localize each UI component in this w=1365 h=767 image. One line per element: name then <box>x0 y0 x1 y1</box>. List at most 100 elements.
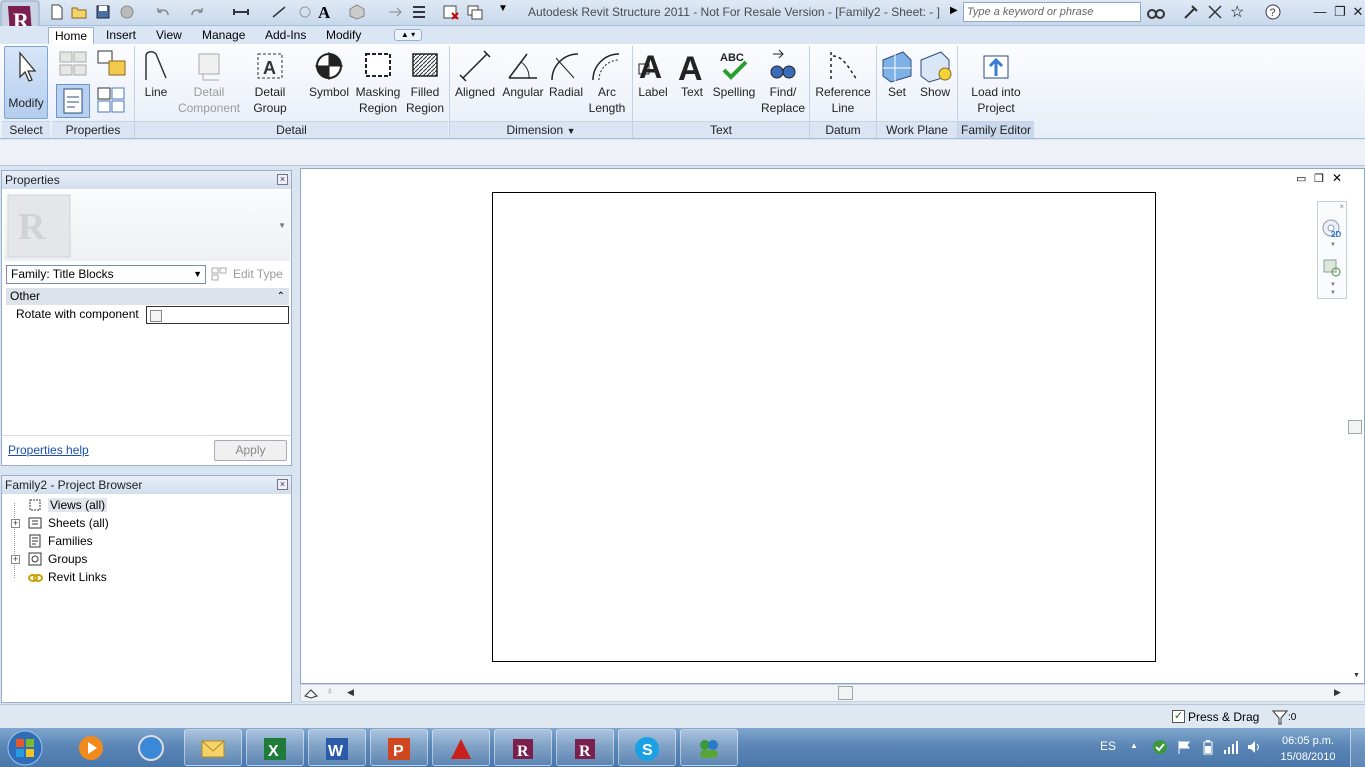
view-minimize-icon[interactable]: ▭ <box>1296 172 1306 185</box>
tree-item-sheets[interactable]: Sheets (all) <box>48 516 109 530</box>
taskbar-revit-structure[interactable]: R <box>556 729 614 766</box>
text-button[interactable]: A Text <box>674 46 710 100</box>
apply-button[interactable]: Apply <box>214 440 287 461</box>
expand-icon[interactable]: + <box>11 519 20 528</box>
tree-item-families[interactable]: Families <box>48 534 93 548</box>
taskbar-powerpoint[interactable]: P <box>370 729 428 766</box>
restore-icon[interactable]: ❐ <box>1330 2 1350 22</box>
reference-line-button[interactable]: Reference Line <box>812 46 874 116</box>
type-preview[interactable]: R ▼ <box>4 191 290 261</box>
network-signal-icon[interactable] <box>1222 739 1238 755</box>
scroll-right-icon[interactable]: ▶ <box>1334 687 1341 698</box>
tab-home[interactable]: Home <box>48 27 95 44</box>
sync-icon[interactable] <box>118 3 136 21</box>
panel-label-dimension[interactable]: Dimension ▼ <box>450 121 632 138</box>
taskbar-word[interactable]: W <box>308 729 366 766</box>
load-into-project-button[interactable]: Load into Project <box>962 46 1030 116</box>
group-header-other[interactable]: Other ⌃ <box>6 288 289 305</box>
tray-check-icon[interactable] <box>1152 739 1168 755</box>
language-indicator[interactable]: ES <box>1100 739 1116 753</box>
taskbar-media-player[interactable] <box>62 729 120 766</box>
vertical-scroll-thumb[interactable] <box>1348 420 1362 434</box>
redo-icon[interactable] <box>188 3 206 21</box>
close-icon[interactable]: × <box>277 479 288 490</box>
save-icon[interactable] <box>94 3 112 21</box>
zoom-dropdown-icon[interactable]: ▼ <box>1330 282 1336 288</box>
scroll-left-icon[interactable]: ◀ <box>347 687 354 698</box>
clock[interactable]: 06:05 p.m. 15/08/2010 <box>1276 733 1340 765</box>
tab-view[interactable]: View <box>150 27 188 44</box>
show-button[interactable]: Show <box>916 46 954 100</box>
qat-dropdown-icon[interactable]: ▼ <box>498 3 516 21</box>
set-button[interactable]: Set <box>878 46 916 100</box>
view-restore-icon[interactable]: ❐ <box>1314 172 1324 185</box>
taskbar-revit-architecture[interactable]: R <box>494 729 552 766</box>
search-input[interactable]: Type a keyword or phrase <box>963 2 1141 22</box>
show-hidden-icon[interactable]: ♁ <box>326 686 334 697</box>
symbol-button[interactable]: Symbol <box>306 46 352 100</box>
minimize-icon[interactable]: — <box>1310 2 1330 22</box>
navbar-options-icon[interactable]: ▼ <box>1330 290 1336 296</box>
view-control-icon[interactable] <box>303 686 321 700</box>
zoom-icon[interactable] <box>1322 258 1344 280</box>
new-icon[interactable] <box>48 3 66 21</box>
tab-insert[interactable]: Insert <box>100 27 142 44</box>
tree-item-views[interactable]: Views (all) <box>48 498 108 512</box>
edit-type-button[interactable]: Edit Type <box>233 267 283 281</box>
ribbon-minimize-icon[interactable]: ▲ ▾ <box>394 29 422 41</box>
taskbar-skype[interactable]: S <box>618 729 676 766</box>
expand-icon[interactable]: + <box>11 555 20 564</box>
param-value-cell[interactable] <box>146 306 289 324</box>
open-icon[interactable] <box>70 3 88 21</box>
show-desktop-button[interactable] <box>1350 729 1365 767</box>
find-replace-button[interactable]: Find/ Replace <box>760 46 806 116</box>
label-button[interactable]: A Label <box>634 46 672 100</box>
tree-item-groups[interactable]: Groups <box>48 552 87 566</box>
taskbar-excel[interactable]: X <box>246 729 304 766</box>
taskbar-outlook[interactable] <box>184 729 242 766</box>
line-button[interactable]: Line <box>138 46 174 100</box>
horizontal-scrollbar[interactable] <box>300 684 1365 702</box>
thin-lines-icon[interactable] <box>410 3 428 21</box>
filter-icon[interactable] <box>1272 709 1288 725</box>
aligned-dimension-icon[interactable] <box>270 3 288 21</box>
tab-modify[interactable]: Modify <box>320 27 367 44</box>
masking-region-button[interactable]: Masking Region <box>354 46 402 116</box>
panel-label-select[interactable]: Select <box>2 121 50 138</box>
horizontal-scroll-thumb[interactable] <box>838 686 853 700</box>
press-drag-checkbox[interactable]: ✓ <box>1172 710 1185 723</box>
action-center-flag-icon[interactable] <box>1176 739 1192 755</box>
text-icon[interactable]: A <box>318 3 336 22</box>
properties-toggle-button[interactable] <box>56 84 90 118</box>
wheel-dropdown-icon[interactable]: ▼ <box>1330 242 1336 248</box>
navbar-close-icon[interactable]: × <box>1339 202 1344 211</box>
taskbar-safari[interactable] <box>122 729 180 766</box>
tag-icon[interactable] <box>296 3 314 21</box>
type-selector[interactable]: Family: Title Blocks ▼ <box>6 265 206 284</box>
detail-group-button[interactable]: A Detail Group <box>246 46 294 116</box>
binoculars-icon[interactable] <box>1146 3 1166 21</box>
detail-component-button[interactable]: Detail Component <box>176 46 242 116</box>
aligned-button[interactable]: Aligned <box>452 46 498 100</box>
volume-icon[interactable] <box>1246 739 1262 755</box>
start-button[interactable] <box>4 729 46 767</box>
section-icon[interactable] <box>386 3 404 21</box>
help-icon[interactable]: ? <box>1264 3 1282 21</box>
taskbar-autocad[interactable] <box>432 729 490 766</box>
view-close-icon[interactable]: ✕ <box>1332 171 1342 185</box>
angular-button[interactable]: Angular <box>500 46 546 100</box>
undo-icon[interactable] <box>154 3 172 21</box>
show-hidden-tray-icon[interactable]: ▲ <box>1130 741 1138 750</box>
switch-windows-icon[interactable] <box>466 3 484 21</box>
communication-center-icon[interactable] <box>1206 3 1224 21</box>
tab-add-ins[interactable]: Add-Ins <box>259 27 312 44</box>
family-category-icon[interactable] <box>95 48 129 80</box>
scroll-down-icon[interactable]: ▼ <box>1353 672 1360 679</box>
properties-help-link[interactable]: Properties help <box>8 443 89 457</box>
close-hidden-windows-icon[interactable] <box>442 3 460 21</box>
close-icon[interactable]: ✕ <box>1348 2 1365 22</box>
spelling-button[interactable]: ABC Spelling <box>710 46 758 100</box>
taskbar-messenger[interactable] <box>680 729 738 766</box>
battery-icon[interactable] <box>1200 739 1216 755</box>
subscription-icon[interactable] <box>1182 3 1200 21</box>
